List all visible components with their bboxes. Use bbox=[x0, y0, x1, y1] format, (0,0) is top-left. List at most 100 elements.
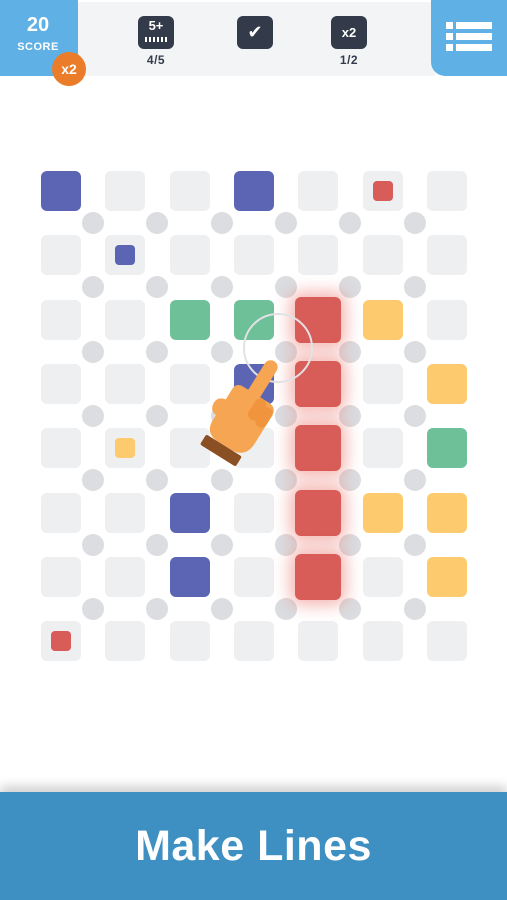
small-red-tile[interactable] bbox=[372, 181, 393, 201]
score-label: SCORE bbox=[17, 41, 59, 53]
score-value: 20 bbox=[26, 14, 50, 36]
grid-dot bbox=[146, 340, 169, 363]
board-cell[interactable] bbox=[105, 299, 146, 340]
yellow-tile[interactable] bbox=[362, 299, 403, 340]
board-cell[interactable] bbox=[426, 299, 467, 340]
grid-dot bbox=[146, 597, 169, 620]
board-cell[interactable] bbox=[169, 621, 210, 662]
five-plus-icon: 5+ bbox=[138, 16, 174, 49]
grid-dot bbox=[339, 469, 362, 492]
blue-tile[interactable] bbox=[169, 492, 210, 533]
score-multiplier-badge: x2 bbox=[52, 52, 86, 86]
board-cell[interactable] bbox=[41, 492, 81, 533]
grid-dot bbox=[210, 212, 233, 235]
board-cell[interactable] bbox=[169, 171, 210, 211]
pointing-hand-icon bbox=[200, 360, 278, 466]
grid-dot bbox=[275, 212, 298, 235]
board-cell[interactable] bbox=[105, 171, 146, 211]
board-cell[interactable] bbox=[41, 428, 81, 469]
checkmark-glyph: ✔ bbox=[247, 22, 263, 42]
yellow-tile[interactable] bbox=[362, 492, 403, 533]
green-tile[interactable] bbox=[426, 428, 467, 469]
green-tile[interactable] bbox=[169, 299, 210, 340]
grid-dot bbox=[403, 469, 426, 492]
board-cell[interactable] bbox=[233, 556, 274, 597]
blue-tile[interactable] bbox=[41, 171, 81, 211]
blue-tile[interactable] bbox=[169, 556, 210, 597]
small-yellow-tile[interactable] bbox=[115, 438, 136, 459]
five-plus-bar bbox=[145, 37, 167, 42]
board-cell[interactable] bbox=[41, 235, 81, 276]
board-cell[interactable] bbox=[426, 235, 467, 276]
red-tile[interactable] bbox=[295, 553, 342, 600]
grid-dot bbox=[275, 276, 298, 299]
red-tile[interactable] bbox=[295, 489, 342, 536]
small-red-tile[interactable] bbox=[51, 631, 71, 652]
grid-dot bbox=[210, 276, 233, 299]
grid-dot bbox=[275, 533, 298, 556]
grid-dot bbox=[403, 340, 426, 363]
board-cell[interactable] bbox=[233, 235, 274, 276]
goal-x2-progress: 1/2 bbox=[339, 53, 359, 67]
list-menu-icon bbox=[446, 22, 492, 51]
grid-dot bbox=[82, 469, 105, 492]
grid-dot bbox=[82, 597, 105, 620]
x2-label: x2 bbox=[341, 25, 357, 40]
grid-dot bbox=[339, 533, 362, 556]
board-cell[interactable] bbox=[105, 363, 146, 404]
grid-dot bbox=[403, 405, 426, 428]
board-cell[interactable] bbox=[41, 363, 81, 404]
board-cell[interactable] bbox=[362, 235, 403, 276]
board-cell[interactable] bbox=[169, 235, 210, 276]
yellow-tile[interactable] bbox=[426, 556, 467, 597]
board-cell[interactable] bbox=[426, 171, 467, 211]
grid-dot bbox=[403, 276, 426, 299]
grid-dot bbox=[210, 533, 233, 556]
goal-check[interactable]: ✔ bbox=[225, 16, 285, 53]
grid-dot bbox=[146, 405, 169, 428]
grid-dot bbox=[210, 597, 233, 620]
grid-dot bbox=[275, 597, 298, 620]
five-plus-label: 5+ bbox=[148, 18, 164, 33]
grid-dot bbox=[339, 405, 362, 428]
grid-dot bbox=[339, 340, 362, 363]
grid-dot bbox=[146, 212, 169, 235]
board-cell[interactable] bbox=[105, 492, 146, 533]
board-cell[interactable] bbox=[426, 621, 467, 662]
goal-five-plus[interactable]: 5+ 4/5 bbox=[126, 16, 186, 67]
board-cell[interactable] bbox=[41, 299, 81, 340]
board-cell[interactable] bbox=[105, 621, 146, 662]
board-cell[interactable] bbox=[362, 428, 403, 469]
board-cell[interactable] bbox=[105, 556, 146, 597]
top-bar: 20 SCORE x2 5+ 4/5 ✔ x2 1/2 bbox=[0, 0, 507, 86]
small-blue-tile[interactable] bbox=[115, 245, 136, 266]
red-tile[interactable] bbox=[295, 425, 342, 472]
grid-dot bbox=[82, 212, 105, 235]
grid-dot bbox=[82, 340, 105, 363]
grid-dot bbox=[146, 276, 169, 299]
menu-button[interactable] bbox=[431, 0, 507, 76]
board-cell[interactable] bbox=[233, 492, 274, 533]
banner-title: Make Lines bbox=[135, 822, 372, 870]
grid-dot bbox=[82, 533, 105, 556]
board-cell[interactable] bbox=[298, 621, 339, 662]
grid-dot bbox=[82, 276, 105, 299]
blue-tile[interactable] bbox=[233, 171, 274, 211]
bottom-banner: Make Lines bbox=[0, 792, 507, 900]
board-cell[interactable] bbox=[41, 556, 81, 597]
board-cell[interactable] bbox=[298, 171, 339, 211]
board-cell[interactable] bbox=[362, 621, 403, 662]
grid-dot bbox=[82, 405, 105, 428]
goal-x2[interactable]: x2 1/2 bbox=[319, 16, 379, 67]
checkmark-icon: ✔ bbox=[237, 16, 273, 49]
board-cell[interactable] bbox=[233, 621, 274, 662]
board-cell[interactable] bbox=[362, 363, 403, 404]
board-cell[interactable] bbox=[298, 235, 339, 276]
yellow-tile[interactable] bbox=[426, 492, 467, 533]
board-cell[interactable] bbox=[362, 556, 403, 597]
grid-dot bbox=[403, 212, 426, 235]
yellow-tile[interactable] bbox=[426, 363, 467, 404]
goal-five-plus-progress: 4/5 bbox=[146, 53, 166, 67]
grid-dot bbox=[403, 533, 426, 556]
grid-dot bbox=[403, 597, 426, 620]
